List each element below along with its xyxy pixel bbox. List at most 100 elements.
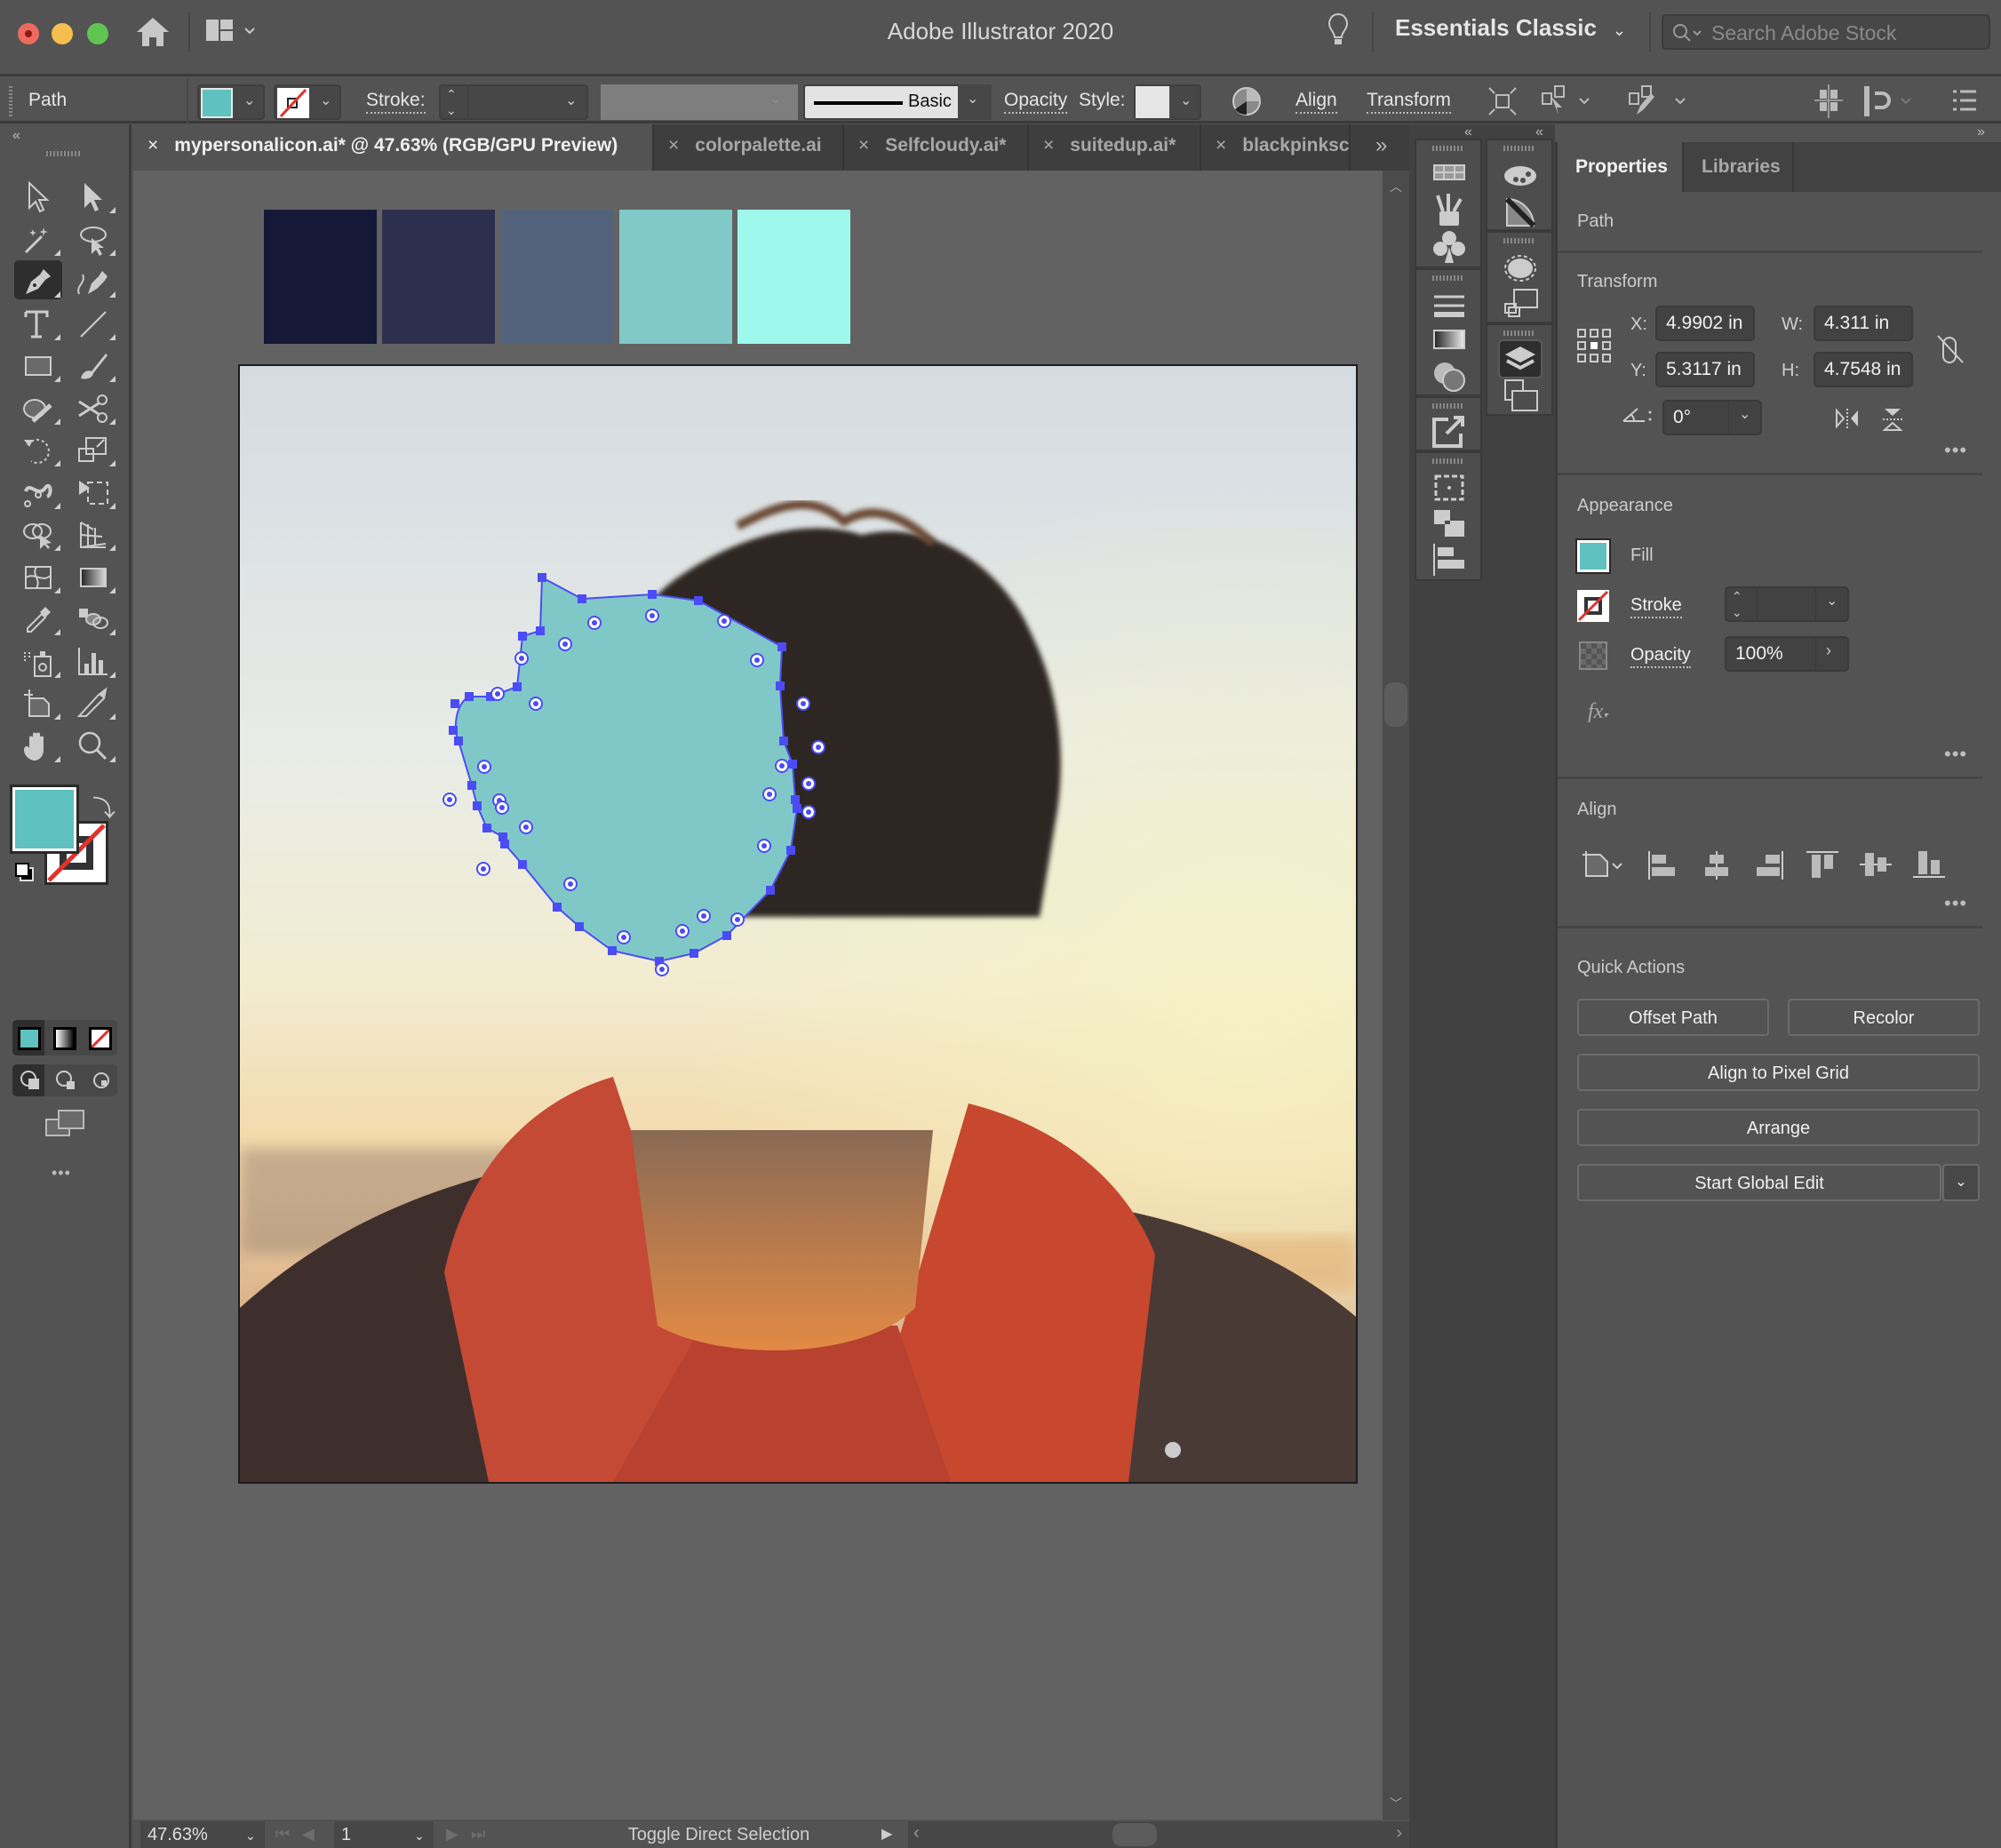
stroke-link[interactable]: Stroke: [1630, 595, 1682, 618]
artboards-panel-icon[interactable]: [1427, 469, 1471, 508]
live-corner-widget[interactable]: [811, 740, 825, 754]
recolor-artwork-icon[interactable]: [1232, 86, 1262, 116]
tab-suitedup[interactable]: × suitedup.ai*: [1029, 124, 1201, 171]
shaper-tool[interactable]: [14, 387, 62, 426]
fill-color-swatch[interactable]: [10, 785, 79, 854]
selection-tool[interactable]: [14, 176, 62, 215]
close-tab-icon[interactable]: ×: [1216, 135, 1226, 155]
none-mode-button[interactable]: [89, 1027, 112, 1050]
stroke-weight-field[interactable]: ⌃ ⌄ ⌄: [439, 84, 588, 120]
anchor-point[interactable]: [722, 931, 731, 940]
grip-handle[interactable]: [1503, 331, 1535, 336]
eyedropper-tool[interactable]: [14, 598, 62, 637]
stroke-color-dropdown[interactable]: ⌄: [274, 84, 341, 120]
artboard[interactable]: [238, 364, 1358, 1484]
color-guide-panel-icon[interactable]: [1498, 192, 1543, 231]
search-adobe-stock-input[interactable]: Search Adobe Stock: [1662, 14, 1990, 50]
anchor-point[interactable]: [648, 590, 657, 599]
draw-behind-icon[interactable]: [55, 1070, 76, 1091]
vertical-align-top-icon[interactable]: [1806, 849, 1838, 880]
tab-properties[interactable]: Properties: [1558, 142, 1684, 192]
anchor-point[interactable]: [518, 632, 527, 641]
anchor-point[interactable]: [694, 596, 703, 605]
live-corner-widget[interactable]: [697, 909, 711, 923]
live-corner-widget[interactable]: [587, 616, 602, 630]
anchor-point[interactable]: [538, 573, 546, 582]
previous-artboard-icon[interactable]: ◀: [302, 1825, 315, 1844]
arrange-button[interactable]: Arrange: [1577, 1109, 1980, 1146]
rectangle-tool[interactable]: [14, 345, 62, 384]
rotate-angle-field[interactable]: 0° ⌄: [1662, 400, 1762, 435]
swatches-panel-icon[interactable]: [1427, 156, 1471, 195]
live-corner-widget[interactable]: [477, 760, 491, 774]
live-corner-widget[interactable]: [529, 697, 543, 711]
draw-normal-icon[interactable]: [20, 1070, 41, 1091]
live-corner-widget[interactable]: [750, 653, 764, 667]
anchor-point[interactable]: [779, 737, 788, 745]
tab-blackpinksc[interactable]: × blackpinksc: [1201, 124, 1351, 171]
tab-selfcloudy[interactable]: × Selfcloudy.ai*: [844, 124, 1029, 171]
opacity-field[interactable]: 100% ›: [1725, 636, 1849, 672]
anchor-point[interactable]: [690, 949, 698, 958]
live-corner-widget[interactable]: [675, 924, 690, 938]
lightbulb-icon[interactable]: [1327, 12, 1349, 48]
height-field[interactable]: 4.7548 in: [1814, 352, 1913, 387]
grip-handle[interactable]: [1432, 458, 1464, 464]
anchor-point[interactable]: [449, 726, 458, 735]
live-corner-widget[interactable]: [476, 862, 490, 876]
flip-horizontal-icon[interactable]: [1835, 407, 1860, 430]
gradient-panel-icon[interactable]: [1427, 322, 1471, 361]
scrollbar-thumb[interactable]: [1384, 682, 1407, 727]
global-edit-options-dropdown[interactable]: ⌄: [1942, 1164, 1980, 1201]
change-screen-mode-icon[interactable]: [44, 1109, 85, 1137]
anchor-point[interactable]: [454, 737, 463, 745]
arrange-documents-icon[interactable]: [204, 18, 258, 44]
stepper-icon[interactable]: ⌃ ⌄: [446, 86, 457, 118]
live-corner-widget[interactable]: [495, 801, 509, 815]
stroke-label[interactable]: Stroke:: [366, 90, 426, 114]
offset-path-button[interactable]: Offset Path: [1577, 999, 1769, 1036]
puppet-warp-tool[interactable]: [14, 472, 62, 511]
live-corner-widget[interactable]: [617, 930, 631, 944]
isolate-selected-object-icon[interactable]: [1487, 86, 1518, 116]
live-corner-widget[interactable]: [514, 651, 529, 665]
anchor-point[interactable]: [786, 846, 795, 855]
opacity-link[interactable]: Opacity: [1004, 90, 1068, 114]
anchor-point[interactable]: [513, 682, 522, 691]
artboard-tool[interactable]: [14, 682, 62, 721]
opacity-link[interactable]: Opacity: [1630, 645, 1691, 668]
anchor-point[interactable]: [777, 642, 786, 651]
grip-handle[interactable]: [1432, 275, 1464, 281]
slice-tool[interactable]: [69, 682, 117, 721]
scroll-left-icon[interactable]: ‹: [913, 1823, 920, 1844]
align-to-selection-icon[interactable]: [1581, 849, 1627, 880]
grip-handle[interactable]: [1503, 238, 1535, 243]
live-corner-widget[interactable]: [490, 687, 505, 701]
scroll-down-icon[interactable]: ﹀: [1390, 1795, 1402, 1812]
grip-handle[interactable]: [46, 151, 82, 156]
tab-libraries[interactable]: Libraries: [1684, 142, 1794, 192]
pathfinder-panel-icon[interactable]: [1427, 505, 1471, 544]
palette-swatch[interactable]: [619, 210, 732, 344]
vertical-align-center-icon[interactable]: [1860, 849, 1892, 880]
scrollbar-thumb[interactable]: [1112, 1823, 1157, 1846]
transparency-panel-icon[interactable]: [1427, 357, 1471, 396]
anchor-point[interactable]: [793, 804, 801, 813]
live-corner-widget[interactable]: [801, 777, 816, 791]
anchor-point[interactable]: [536, 626, 545, 635]
stroke-swatch[interactable]: [1577, 590, 1609, 622]
start-global-edit-icon[interactable]: [1628, 84, 1690, 118]
magic-wand-tool[interactable]: [14, 219, 62, 258]
effects-fx-button[interactable]: fx▾: [1588, 700, 1607, 724]
zoom-level-field[interactable]: 47.63%: [140, 1821, 240, 1848]
column-graph-tool[interactable]: [69, 641, 117, 680]
asset-export-panel-icon[interactable]: [1498, 377, 1543, 416]
expand-panel-icon[interactable]: »: [1977, 124, 1985, 140]
y-position-field[interactable]: 5.3117 in: [1655, 352, 1755, 387]
more-appearance-options-button[interactable]: •••: [1944, 743, 1967, 766]
type-tool[interactable]: [14, 303, 62, 342]
reference-point-icon[interactable]: [1577, 329, 1611, 362]
graphic-styles-panel-icon[interactable]: [1498, 284, 1543, 323]
stepper-icon[interactable]: ⌃ ⌄: [1732, 588, 1742, 620]
symbol-sprayer-tool[interactable]: [14, 641, 62, 680]
